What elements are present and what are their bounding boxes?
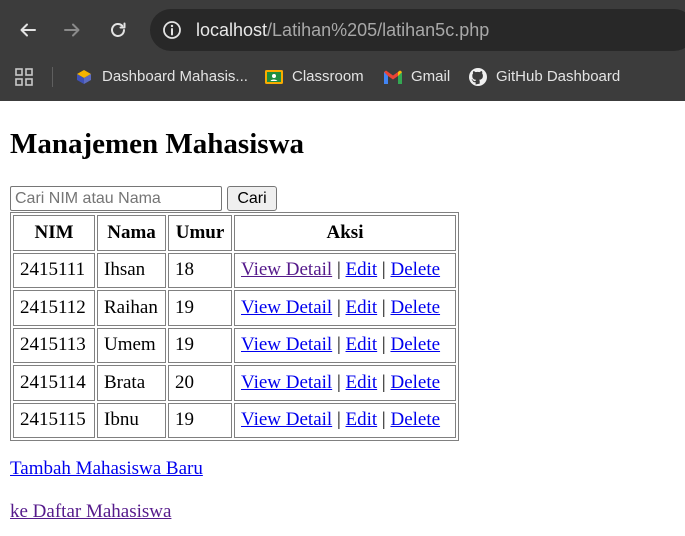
view-detail-link[interactable]: View Detail: [241, 334, 332, 355]
page-content: Manajemen Mahasiswa Cari NIM Nama Umur A…: [0, 101, 685, 536]
student-table: NIM Nama Umur Aksi 2415111 Ihsan 18 View…: [10, 212, 459, 441]
table-row: 2415114 Brata 20 View Detail | Edit | De…: [13, 365, 456, 401]
edit-link[interactable]: Edit: [346, 334, 378, 355]
site-info-icon[interactable]: [162, 20, 182, 40]
table-row: 2415115 Ibnu 19 View Detail | Edit | Del…: [13, 402, 456, 438]
search-button[interactable]: Cari: [227, 186, 277, 211]
bookmark-label: Classroom: [292, 68, 364, 85]
cell-umur: 18: [168, 252, 232, 288]
cell-nim: 2415113: [13, 327, 95, 363]
edit-link[interactable]: Edit: [346, 297, 378, 318]
gmail-icon: [383, 67, 403, 87]
bookmark-classroom[interactable]: Classroom: [264, 64, 364, 89]
view-detail-link[interactable]: View Detail: [241, 409, 332, 430]
cell-umur: 20: [168, 365, 232, 401]
action-separator: |: [336, 334, 341, 356]
cell-nama: Ibnu: [97, 402, 166, 438]
delete-link[interactable]: Delete: [390, 372, 440, 393]
header-umur: Umur: [168, 215, 232, 251]
cell-nama: Ihsan: [97, 252, 166, 288]
cell-aksi: View Detail | Edit | Delete: [234, 327, 456, 363]
delete-link[interactable]: Delete: [390, 259, 440, 280]
dashboard-bookmark-icon: [74, 67, 94, 87]
url-path: /Latihan%205/latihan5c.php: [267, 20, 490, 40]
back-button[interactable]: [13, 15, 43, 45]
view-detail-link[interactable]: View Detail: [241, 297, 332, 318]
arrow-left-icon: [20, 23, 36, 37]
bookmark-label: Gmail: [411, 68, 451, 85]
action-separator: |: [381, 371, 386, 393]
cell-nim: 2415114: [13, 365, 95, 401]
add-student-link[interactable]: Tambah Mahasiswa Baru: [10, 458, 203, 480]
bookmarks-separator: [52, 67, 53, 87]
bookmark-label: Dashboard Mahasis...: [102, 68, 248, 85]
table-row: 2415111 Ihsan 18 View Detail | Edit | De…: [13, 252, 456, 288]
action-separator: |: [381, 296, 386, 318]
bookmark-dashboard-mahasiswa[interactable]: Dashboard Mahasis...: [74, 64, 248, 89]
edit-link[interactable]: Edit: [346, 259, 378, 280]
search-input[interactable]: [10, 186, 222, 211]
cell-umur: 19: [168, 402, 232, 438]
edit-link[interactable]: Edit: [346, 372, 378, 393]
url-host: localhost: [196, 20, 268, 40]
url-text: localhost/Latihan%205/latihan5c.php: [196, 20, 489, 40]
header-nama: Nama: [97, 215, 166, 251]
bookmark-label: GitHub Dashboard: [496, 68, 621, 85]
table-row: 2415113 Umem 19 View Detail | Edit | Del…: [13, 327, 456, 363]
page-title: Manajemen Mahasiswa: [10, 128, 305, 160]
table-row: 2415112 Raihan 19 View Detail | Edit | D…: [13, 290, 456, 326]
address-bar[interactable]: localhost/Latihan%205/latihan5c.php: [150, 9, 685, 51]
cell-aksi: View Detail | Edit | Delete: [234, 402, 456, 438]
action-separator: |: [381, 334, 386, 356]
action-separator: |: [336, 371, 341, 393]
bookmark-github-dashboard[interactable]: GitHub Dashboard: [468, 64, 620, 89]
action-separator: |: [336, 409, 341, 431]
reload-button[interactable]: [103, 15, 133, 45]
cell-nim: 2415112: [13, 290, 95, 326]
student-list-link[interactable]: ke Daftar Mahasiswa: [10, 501, 171, 523]
delete-link[interactable]: Delete: [390, 334, 440, 355]
reload-icon: [111, 22, 126, 37]
apps-grid-icon[interactable]: [14, 67, 34, 87]
table-header-row: NIM Nama Umur Aksi: [13, 215, 456, 251]
github-icon: [468, 67, 488, 87]
header-nim: NIM: [13, 215, 95, 251]
action-separator: |: [336, 296, 341, 318]
action-separator: |: [381, 259, 386, 281]
cell-nim: 2415111: [13, 252, 95, 288]
action-separator: |: [381, 409, 386, 431]
classroom-icon: [264, 67, 284, 87]
cell-nama: Brata: [97, 365, 166, 401]
delete-link[interactable]: Delete: [390, 297, 440, 318]
browser-toolbar: localhost/Latihan%205/latihan5c.php: [0, 0, 685, 60]
header-aksi: Aksi: [234, 215, 456, 251]
cell-nim: 2415115: [13, 402, 95, 438]
bookmark-gmail[interactable]: Gmail: [383, 64, 450, 89]
cell-nama: Raihan: [97, 290, 166, 326]
view-detail-link[interactable]: View Detail: [241, 259, 332, 280]
cell-nama: Umem: [97, 327, 166, 363]
cell-aksi: View Detail | Edit | Delete: [234, 290, 456, 326]
cell-umur: 19: [168, 327, 232, 363]
edit-link[interactable]: Edit: [346, 409, 378, 430]
cell-aksi: View Detail | Edit | Delete: [234, 365, 456, 401]
cell-aksi: View Detail | Edit | Delete: [234, 252, 456, 288]
view-detail-link[interactable]: View Detail: [241, 372, 332, 393]
cell-umur: 19: [168, 290, 232, 326]
arrow-right-icon: [64, 23, 80, 37]
action-separator: |: [336, 259, 341, 281]
forward-button[interactable]: [57, 15, 87, 45]
delete-link[interactable]: Delete: [390, 409, 440, 430]
